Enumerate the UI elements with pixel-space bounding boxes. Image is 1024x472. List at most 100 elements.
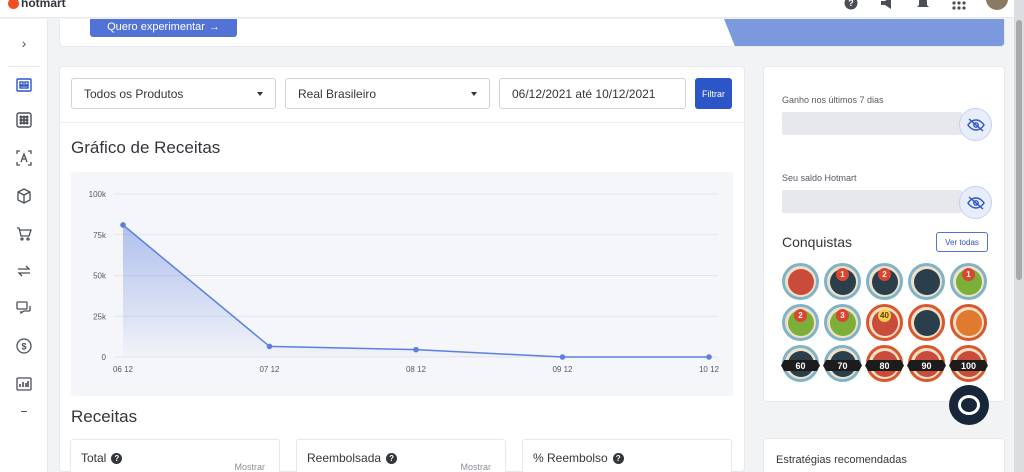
data-point xyxy=(706,354,712,360)
chat-bubble-icon xyxy=(958,395,980,415)
badge-emblem xyxy=(913,268,940,295)
help-icon[interactable]: ? xyxy=(386,452,398,464)
level-3-green-badge[interactable]: 3 xyxy=(824,304,861,341)
apps-grid-icon[interactable] xyxy=(950,0,968,10)
trophy-badge[interactable] xyxy=(908,263,945,300)
eye-off-icon xyxy=(966,117,985,132)
promo-banner: Quero experimentar → xyxy=(59,19,1005,47)
rank-100-badge[interactable]: 100 xyxy=(949,345,988,382)
saldo-label: Seu saldo Hotmart xyxy=(782,173,857,183)
chevron-down-icon xyxy=(471,91,477,96)
badge-emblem xyxy=(787,268,814,295)
badge-rank-label: 70 xyxy=(823,360,862,371)
filter-button[interactable]: Filtrar xyxy=(695,78,732,109)
level-1-green-badge[interactable]: 1 xyxy=(950,263,987,300)
currency-select[interactable]: Real Brasileiro xyxy=(285,78,490,109)
sidebar-item-affiliates[interactable] xyxy=(14,148,34,168)
sidebar-more-dash[interactable] xyxy=(21,411,27,412)
achievements-grid: 1 2 1 2 3 40 60 70 80 90 100 xyxy=(781,263,988,382)
data-point xyxy=(559,354,566,360)
data-point xyxy=(120,222,126,228)
help-icon[interactable]: ? xyxy=(842,0,860,10)
refunded-revenue-card: Reembolsada ? Mostrar xyxy=(296,439,506,472)
help-icon[interactable]: ? xyxy=(612,452,624,464)
rank-60-badge[interactable]: 60 xyxy=(781,345,820,382)
y-tick-label: 100k xyxy=(89,190,107,199)
data-point xyxy=(266,343,273,350)
certificate-badge[interactable] xyxy=(782,263,819,300)
sidebar-item-finance[interactable]: $ xyxy=(14,336,34,356)
badge-number: 2 xyxy=(878,268,891,281)
bell-icon[interactable] xyxy=(914,0,932,10)
badge-number: 2 xyxy=(794,309,807,322)
chat-button[interactable] xyxy=(949,385,989,425)
balance-card: Ganho nos últimos 7 dias Seu saldo Hotma… xyxy=(763,66,1005,402)
top-bar: hotmart ? xyxy=(0,0,1024,18)
badge-emblem xyxy=(955,309,982,336)
y-tick-label: 0 xyxy=(102,353,107,362)
chart-title: Gráfico de Receitas xyxy=(71,138,221,157)
sidebar-item-box[interactable] xyxy=(14,186,34,206)
badge-rank-label: 90 xyxy=(907,360,946,371)
level-1-badge[interactable]: 1 xyxy=(824,263,861,300)
sidebar-item-products[interactable] xyxy=(14,110,34,130)
x-tick-label: 08 12 xyxy=(406,365,427,374)
y-tick-label: 75k xyxy=(93,231,107,240)
toggle-saldo-visibility-button[interactable] xyxy=(959,186,992,219)
megaphone-icon[interactable] xyxy=(878,0,896,10)
badge-rank-label: 80 xyxy=(865,360,904,371)
badge-rank-label: 60 xyxy=(781,360,820,371)
revenue-chart-svg: 100k 75k 50k 25k 0 06 12 07 12 08 12 09 12 10 12 xyxy=(89,190,720,374)
y-tick-label: 25k xyxy=(93,312,107,321)
product-select[interactable]: Todos os Produtos xyxy=(71,78,276,109)
badge-emblem xyxy=(913,309,940,336)
rank-80-badge[interactable]: 80 xyxy=(865,345,904,382)
badge-number: 40 xyxy=(878,309,891,322)
try-now-button[interactable]: Quero experimentar → xyxy=(90,19,237,37)
award-40-badge[interactable]: 40 xyxy=(866,304,903,341)
refund-percent-label-row: % Reembolso ? xyxy=(533,451,721,465)
earned-value-hidden xyxy=(782,112,962,135)
product-select-value: Todos os Produtos xyxy=(84,86,184,101)
see-all-button[interactable]: Ver todas xyxy=(936,232,988,252)
hotmart-logo[interactable]: hotmart xyxy=(8,0,66,10)
refund-percent-label: % Reembolso xyxy=(533,451,608,465)
badge-number: 1 xyxy=(962,268,975,281)
rank-90-badge[interactable]: 90 xyxy=(907,345,946,382)
revenue-area xyxy=(123,224,709,357)
sidebar-item-reports[interactable] xyxy=(14,374,34,394)
date-range-input[interactable]: 06/12/2021 até 10/12/2021 xyxy=(499,78,686,109)
badge-rank-label: 100 xyxy=(949,360,988,371)
level-2-green-badge[interactable]: 2 xyxy=(782,304,819,341)
revenue-card: Todos os Produtos Real Brasileiro 06/12/… xyxy=(59,66,745,472)
total-label: Total xyxy=(81,451,107,465)
sidebar-divider xyxy=(8,66,40,67)
sidebar-item-messages[interactable] xyxy=(14,298,34,318)
date-range-value: 06/12/2021 até 10/12/2021 xyxy=(512,86,656,101)
chevron-down-icon xyxy=(257,91,263,96)
x-tick-label: 09 12 xyxy=(552,365,573,374)
sidebar-item-dashboard[interactable] xyxy=(14,75,34,95)
user-avatar[interactable] xyxy=(986,0,1008,10)
ninja-badge[interactable] xyxy=(908,304,945,341)
mountain-badge[interactable] xyxy=(950,304,987,341)
logo-text: hotmart xyxy=(21,0,66,10)
help-icon[interactable]: ? xyxy=(111,452,123,464)
level-2-badge[interactable]: 2 xyxy=(866,263,903,300)
revenue-section-title: Receitas xyxy=(71,407,138,426)
rank-70-badge[interactable]: 70 xyxy=(823,345,862,382)
svg-text:?: ? xyxy=(848,0,854,8)
toggle-earned-visibility-button[interactable] xyxy=(959,108,992,141)
sidebar-item-cart[interactable] xyxy=(14,224,34,244)
try-now-label: Quero experimentar xyxy=(107,21,205,33)
page-scrollbar[interactable] xyxy=(1014,0,1024,472)
sidebar: › $ xyxy=(0,19,48,472)
show-total-link[interactable]: Mostrar xyxy=(234,462,265,472)
refunded-label: Reembolsada xyxy=(307,451,382,465)
scrollbar-thumb[interactable] xyxy=(1016,20,1022,280)
strategies-title: Estratégias recomendadas xyxy=(776,454,907,466)
sidebar-item-subscriptions[interactable] xyxy=(14,261,34,281)
svg-text:$: $ xyxy=(21,342,26,352)
expand-sidebar-chevron-icon[interactable]: › xyxy=(14,33,34,53)
show-refunded-link[interactable]: Mostrar xyxy=(460,462,491,472)
